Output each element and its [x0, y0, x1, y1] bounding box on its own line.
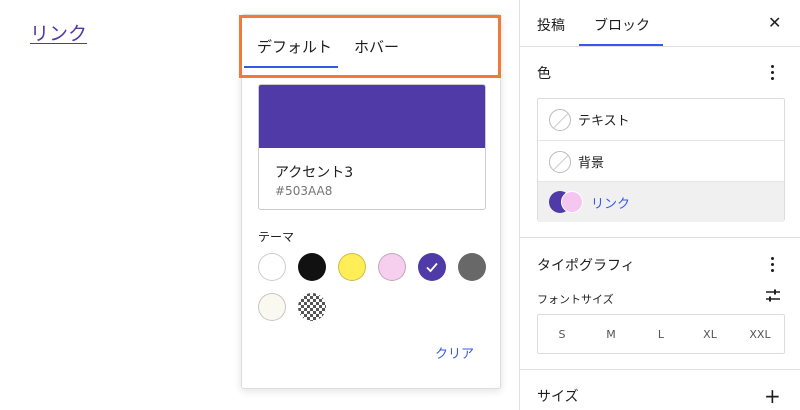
close-icon[interactable]: ✕	[768, 13, 781, 32]
font-size-toggle-group: S M L XL XXL	[537, 314, 785, 354]
active-tab-indicator	[244, 66, 338, 68]
palette-swatch-yellow[interactable]	[338, 253, 366, 281]
section-divider	[520, 369, 800, 370]
empty-color-indicator	[549, 151, 571, 173]
font-size-option-s[interactable]: S	[542, 328, 582, 341]
section-divider	[520, 237, 800, 238]
color-item-label: 背景	[578, 156, 605, 171]
color-preview	[259, 85, 485, 148]
color-name: アクセント3	[275, 165, 354, 181]
popover-tab-bar: デフォルト ホバー	[239, 15, 501, 78]
link-color-indicator	[549, 191, 583, 213]
check-icon	[426, 262, 438, 273]
palette-swatch-checker[interactable]	[298, 293, 326, 321]
tab-default[interactable]: デフォルト	[257, 36, 332, 57]
color-popover: デフォルト ホバー アクセント3 #503AA8 テーマ クリア	[239, 14, 501, 389]
palette-swatch-accent-3[interactable]	[418, 253, 446, 281]
color-options-icon[interactable]	[764, 63, 780, 81]
tab-block[interactable]: ブロック	[594, 15, 650, 35]
settings-sidebar: 投稿 ブロック ✕ 色 テキスト 背景 リンク タイポグラフィ フォントサイズ	[519, 0, 800, 410]
clear-button[interactable]: クリア	[435, 343, 474, 362]
canvas-link[interactable]: リンク	[30, 19, 87, 46]
font-size-option-xxl[interactable]: XXL	[740, 328, 780, 341]
palette-swatch-black[interactable]	[298, 253, 326, 281]
font-size-option-l[interactable]: L	[641, 328, 681, 341]
active-tab-indicator	[579, 44, 663, 46]
tab-post[interactable]: 投稿	[537, 15, 565, 35]
size-section-title: サイズ	[537, 389, 579, 405]
color-item-text[interactable]: テキスト	[538, 99, 784, 140]
sidebar-tabs: 投稿 ブロック ✕	[520, 0, 800, 47]
color-item-label: リンク	[591, 197, 631, 212]
color-section-title: 色	[537, 66, 551, 82]
theme-label: テーマ	[258, 230, 295, 244]
color-item-link[interactable]: リンク	[538, 181, 784, 222]
palette-swatch-gray[interactable]	[458, 253, 486, 281]
palette-swatch-white[interactable]	[258, 253, 286, 281]
custom-size-settings-icon[interactable]	[764, 287, 782, 305]
font-size-label: フォントサイズ	[537, 293, 614, 306]
palette-swatch-off-white[interactable]	[258, 293, 286, 321]
font-size-option-xl[interactable]: XL	[690, 328, 730, 341]
color-element-list: テキスト 背景 リンク	[537, 98, 785, 222]
palette-swatch-pink[interactable]	[378, 253, 406, 281]
typography-section-title: タイポグラフィ	[537, 258, 635, 274]
color-hex: #503AA8	[275, 184, 333, 198]
typography-options-icon[interactable]	[764, 255, 780, 273]
tab-hover[interactable]: ホバー	[354, 36, 399, 57]
empty-color-indicator	[549, 109, 571, 131]
color-item-label: テキスト	[578, 114, 630, 129]
color-item-background[interactable]: 背景	[538, 140, 784, 181]
selected-color-card[interactable]: アクセント3 #503AA8	[258, 84, 486, 210]
font-size-option-m[interactable]: M	[591, 328, 631, 341]
plus-icon[interactable]: +	[764, 386, 781, 406]
